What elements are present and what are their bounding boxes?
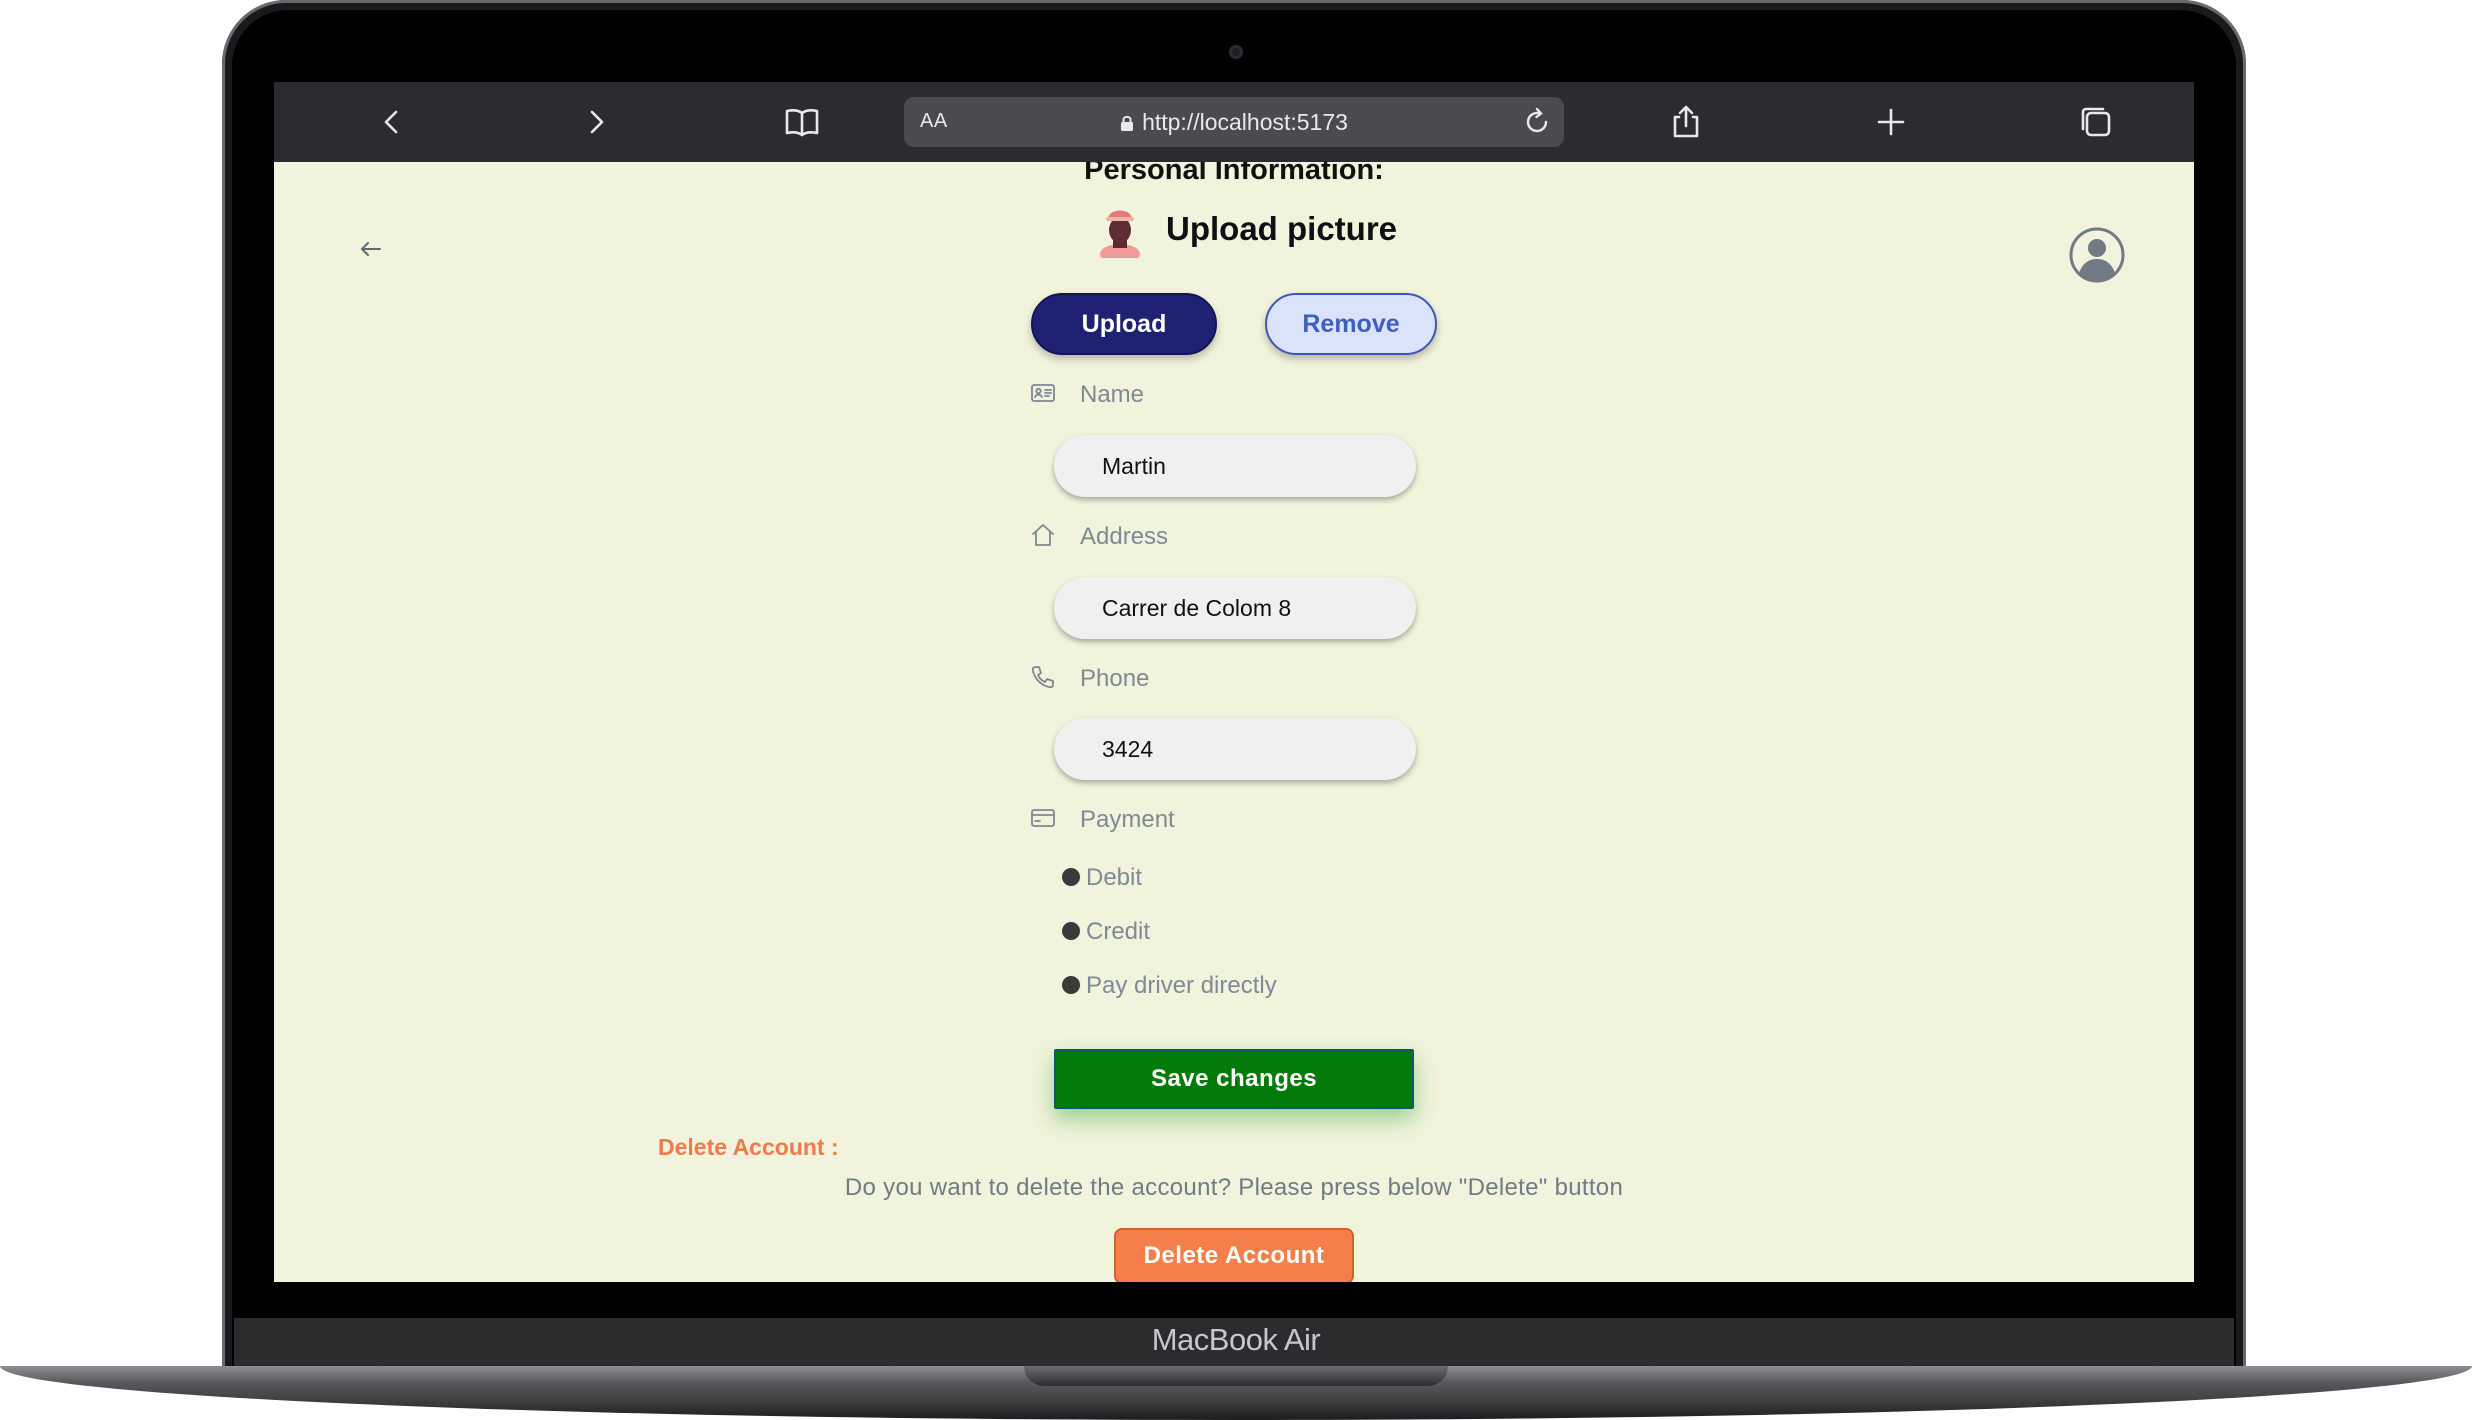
screen: Personal Information: Upload picture Upl…: [274, 82, 2194, 1282]
name-input[interactable]: [1054, 435, 1416, 497]
name-label-text: Name: [1080, 381, 1145, 408]
radio-dot[interactable]: [1062, 868, 1080, 886]
chevron-right-icon[interactable]: [576, 102, 616, 142]
upload-button[interactable]: Upload: [1031, 293, 1217, 355]
upload-title: Upload picture: [1166, 210, 1398, 247]
remove-button[interactable]: Remove: [1265, 293, 1437, 355]
radio-dot[interactable]: [1062, 922, 1080, 940]
credit-card-icon: [1030, 805, 1056, 831]
url-text: http://localhost:5173: [1142, 109, 1348, 135]
save-changes-button[interactable]: Save changes: [1054, 1049, 1414, 1109]
back-arrow-icon[interactable]: [354, 232, 388, 266]
share-icon[interactable]: [1666, 102, 1706, 142]
reload-icon[interactable]: [1520, 105, 1554, 139]
address-input[interactable]: [1054, 577, 1416, 639]
payment-option-label: Pay driver directly: [1086, 972, 1277, 999]
chevron-left-icon[interactable]: [372, 102, 412, 142]
delete-account-heading: Delete Account :: [658, 1134, 839, 1160]
delete-account-message: Do you want to delete the account? Pleas…: [844, 1174, 1624, 1201]
browser-toolbar: AA http://localhost:5173: [274, 82, 2194, 162]
brand-label: MacBook Air: [1151, 1322, 1321, 1357]
address-label-text: Address: [1080, 523, 1169, 550]
book-icon[interactable]: [782, 102, 822, 142]
id-card-icon: [1030, 380, 1056, 406]
home-icon: [1030, 522, 1056, 548]
camera: [1229, 45, 1243, 59]
account-icon[interactable]: [2068, 226, 2126, 284]
phone-icon: [1030, 664, 1056, 690]
url-display: http://localhost:5173: [904, 109, 1564, 136]
laptop-hinge-notch: [1024, 1366, 1448, 1386]
avatar: [1096, 202, 1144, 264]
lock-icon: [1120, 111, 1134, 131]
payment-option-label: Debit: [1086, 864, 1143, 891]
phone-label-text: Phone: [1080, 665, 1150, 692]
tabs-icon[interactable]: [2076, 102, 2116, 142]
phone-input[interactable]: [1054, 718, 1416, 780]
plus-icon[interactable]: [1871, 102, 1911, 142]
payment-option-label: Credit: [1086, 918, 1151, 945]
address-bar[interactable]: AA http://localhost:5173: [904, 97, 1564, 147]
delete-account-button[interactable]: Delete Account: [1114, 1228, 1354, 1282]
payment-label-text: Payment: [1080, 806, 1175, 833]
radio-dot[interactable]: [1062, 976, 1080, 994]
